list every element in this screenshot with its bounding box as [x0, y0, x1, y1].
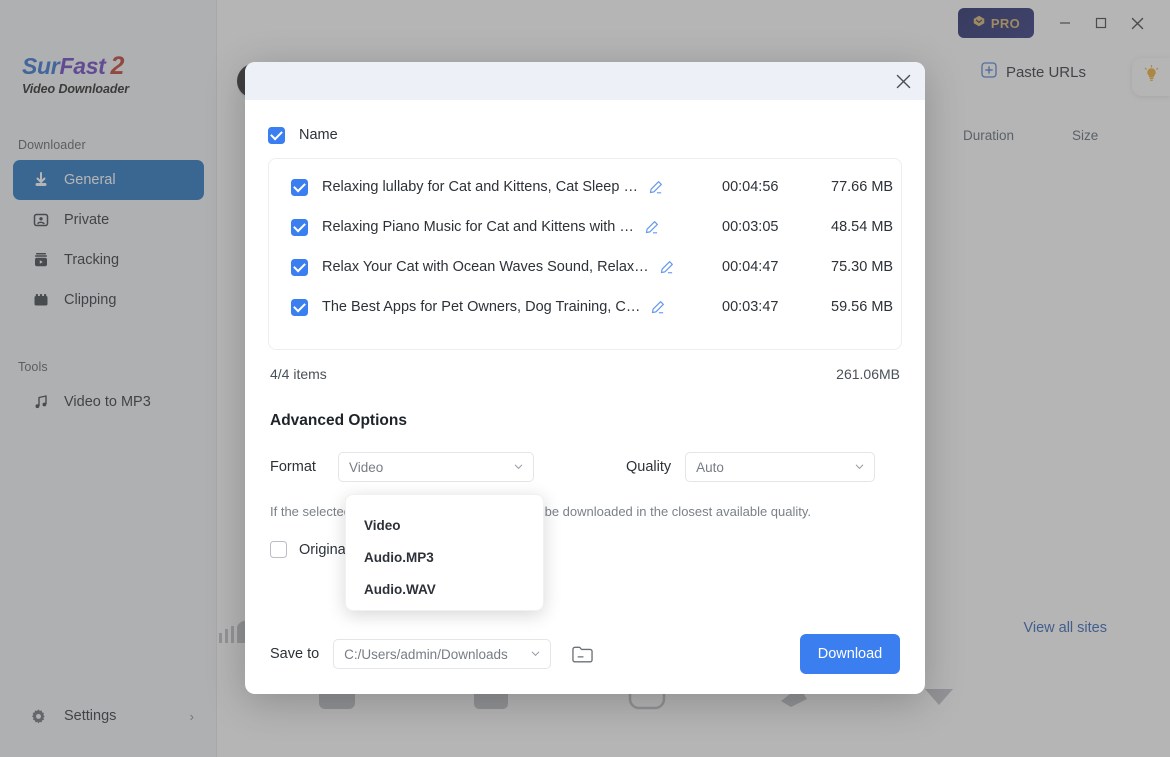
table-row[interactable]: The Best Apps for Pet Owners, Dog Traini…	[269, 287, 901, 327]
advanced-options-title: Advanced Options	[270, 412, 407, 429]
chevron-down-icon	[530, 647, 541, 662]
row-checkbox[interactable]	[291, 298, 308, 316]
format-dropdown-menu: Video Audio.MP3 Audio.WAV	[345, 494, 544, 611]
items-count: 4/4 items	[270, 366, 327, 382]
chevron-down-icon	[854, 460, 865, 475]
quality-label: Quality	[626, 459, 672, 475]
save-path-value: C:/Users/admin/Downloads	[344, 646, 508, 662]
row-title: The Best Apps for Pet Owners, Dog Traini…	[322, 299, 641, 315]
save-to-row: Save to C:/Users/admin/Downloads Downloa…	[245, 634, 925, 674]
quality-select[interactable]: Auto	[685, 452, 876, 482]
format-select[interactable]: Video	[338, 452, 534, 482]
format-value: Video	[349, 459, 384, 475]
save-path-select[interactable]: C:/Users/admin/Downloads	[333, 639, 552, 669]
row-checkbox[interactable]	[291, 258, 308, 276]
format-label: Format	[270, 459, 316, 475]
edit-icon[interactable]	[659, 260, 674, 275]
table-row[interactable]: Relaxing lullaby for Cat and Kittens, Ca…	[269, 167, 901, 207]
row-size: 48.54 MB	[831, 219, 894, 235]
download-button[interactable]: Download	[800, 634, 900, 674]
list-header: Name Duration Size	[245, 112, 1098, 158]
total-size: 261.06MB	[836, 366, 900, 382]
chevron-down-icon	[513, 460, 524, 475]
dropdown-option-audio-wav[interactable]: Audio.WAV	[346, 573, 543, 605]
original-label: Original	[299, 541, 349, 558]
dropdown-option-audio-mp3[interactable]: Audio.MP3	[346, 541, 543, 573]
close-icon[interactable]	[891, 69, 915, 93]
save-to-label: Save to	[270, 646, 320, 662]
row-title: Relax Your Cat with Ocean Waves Sound, R…	[322, 259, 649, 275]
edit-icon[interactable]	[650, 300, 665, 315]
original-checkbox[interactable]	[270, 541, 287, 558]
format-quality-row: Format Video Quality Auto	[245, 452, 925, 482]
column-header-size: Size	[1072, 127, 1099, 143]
table-row[interactable]: Relaxing Piano Music for Cat and Kittens…	[269, 207, 901, 247]
column-header-duration: Duration	[963, 127, 1015, 143]
row-title: Relaxing lullaby for Cat and Kittens, Ca…	[322, 179, 638, 195]
edit-icon[interactable]	[648, 180, 663, 195]
edit-icon[interactable]	[644, 220, 659, 235]
column-header-name: Name	[299, 127, 338, 143]
row-duration: 00:04:47	[722, 259, 779, 275]
row-size: 77.66 MB	[831, 179, 894, 195]
download-item-list: Relaxing lullaby for Cat and Kittens, Ca…	[268, 158, 902, 350]
select-all-checkbox[interactable]	[268, 126, 285, 144]
quality-value: Auto	[696, 459, 724, 475]
table-row[interactable]: Relax Your Cat with Ocean Waves Sound, R…	[269, 247, 901, 287]
row-duration: 00:03:47	[722, 299, 779, 315]
row-checkbox[interactable]	[291, 218, 308, 236]
row-size: 59.56 MB	[831, 299, 894, 315]
row-size: 75.30 MB	[831, 259, 894, 275]
folder-icon[interactable]	[571, 644, 594, 665]
row-checkbox[interactable]	[291, 178, 308, 196]
dropdown-option-video[interactable]: Video	[346, 509, 543, 541]
row-duration: 00:04:56	[722, 179, 779, 195]
dialog-header	[245, 62, 925, 100]
row-duration: 00:03:05	[722, 219, 779, 235]
app-window: SurFast 2 Video Downloader Downloader Gen…	[0, 0, 1170, 757]
list-summary: 4/4 items 261.06MB	[245, 350, 925, 398]
row-title: Relaxing Piano Music for Cat and Kittens…	[322, 219, 634, 235]
